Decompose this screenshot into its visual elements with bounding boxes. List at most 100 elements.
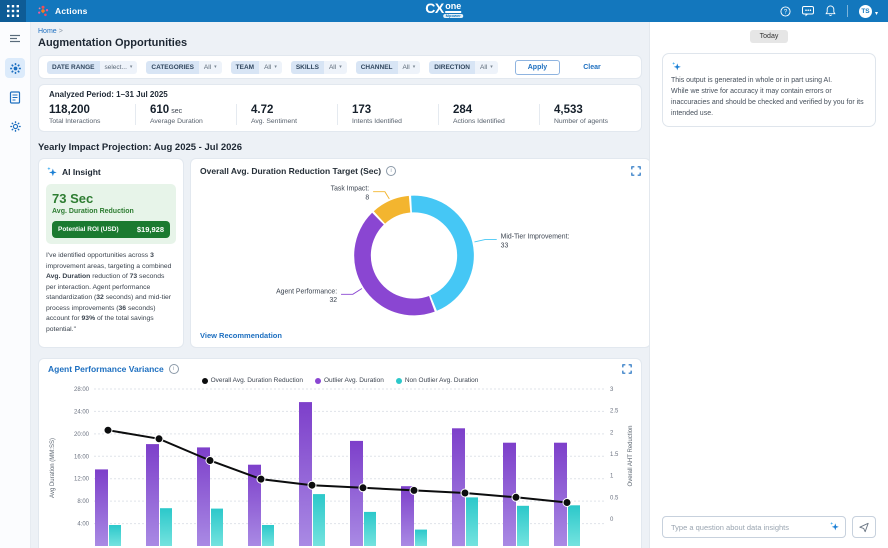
breadcrumb-home-link[interactable]: Home (38, 28, 57, 35)
donut-slice-mid-tier-improvement[interactable] (411, 196, 474, 311)
line-point-10[interactable] (563, 499, 571, 507)
right-axis-tick: 3 (610, 387, 614, 393)
analyzed-period-card: Analyzed Period: 1–31 Jul 2025 118,200To… (38, 84, 642, 132)
automation-gear-icon[interactable] (5, 58, 25, 78)
line-point-1[interactable] (104, 426, 112, 434)
bar-non-outlier-avg-duration-8[interactable] (466, 497, 478, 546)
filter-value-dropdown[interactable]: All (199, 61, 222, 74)
feedback-icon[interactable] (802, 6, 814, 17)
expand-icon[interactable] (622, 364, 632, 374)
send-button[interactable] (852, 516, 876, 538)
ai-insight-title: AI Insight (62, 167, 101, 177)
line-point-8[interactable] (461, 489, 469, 497)
donut-slice-agent-performance[interactable] (354, 213, 435, 316)
stat-label: Actions Identified (453, 118, 525, 125)
bar-non-outlier-avg-duration-1[interactable] (109, 525, 121, 546)
bar-non-outlier-avg-duration-3[interactable] (211, 509, 223, 546)
filter-value-dropdown[interactable]: All (259, 61, 282, 74)
line-point-6[interactable] (359, 484, 367, 492)
line-point-2[interactable] (155, 435, 163, 443)
line-overall-avg-duration-reduction (108, 430, 567, 502)
filter-categories[interactable]: CATEGORIESAll (146, 61, 221, 74)
filter-skills[interactable]: SKILLSAll (291, 61, 347, 74)
filter-channel[interactable]: CHANNELAll (356, 61, 421, 74)
notifications-bell-icon[interactable] (825, 5, 836, 17)
breadcrumb-separator: > (59, 28, 63, 35)
bar-outlier-avg-duration-8[interactable] (452, 428, 465, 546)
filter-date-range[interactable]: DATE RANGEselect... (47, 61, 137, 74)
bar-outlier-avg-duration-7[interactable] (401, 486, 414, 546)
grid-icon (7, 5, 19, 17)
duration-reduction-value: 73 Sec (52, 191, 170, 206)
stat-number-of-agents: 4,533Number of agents (554, 104, 640, 125)
user-menu[interactable]: TS (859, 2, 878, 20)
send-icon (859, 522, 869, 533)
filter-value-dropdown[interactable]: All (398, 61, 421, 74)
bar-non-outlier-avg-duration-9[interactable] (517, 506, 529, 546)
view-recommendation-link[interactable]: View Recommendation (200, 331, 641, 340)
stat-unit: sec (171, 108, 182, 115)
left-axis-tick: 28:00 (74, 387, 90, 393)
right-axis-tick: 0.5 (610, 495, 619, 501)
actions-burst-icon (36, 4, 50, 18)
app-launcher-icon[interactable] (0, 0, 26, 22)
line-point-7[interactable] (410, 486, 418, 494)
today-badge: Today (750, 30, 789, 43)
filter-team[interactable]: TEAMAll (231, 61, 282, 74)
bar-non-outlier-avg-duration-4[interactable] (262, 525, 274, 546)
actions-app-logo: Actions (36, 4, 88, 18)
line-point-9[interactable] (512, 493, 520, 501)
left-axis-tick: 12:00 (74, 477, 90, 483)
line-point-3[interactable] (206, 457, 214, 465)
bar-non-outlier-avg-duration-10[interactable] (568, 505, 580, 546)
stat-value: 284 (453, 104, 525, 116)
breadcrumb: Home> (38, 28, 642, 35)
bar-non-outlier-avg-duration-6[interactable] (364, 512, 376, 546)
settings-gear-icon[interactable] (5, 116, 25, 136)
bar-outlier-avg-duration-2[interactable] (146, 444, 159, 546)
roi-pill: Potential ROI (USD) $19,928 (52, 221, 170, 238)
line-point-4[interactable] (257, 475, 265, 483)
info-icon[interactable] (386, 166, 396, 176)
filter-direction[interactable]: DIRECTIONAll (429, 61, 498, 74)
legend-dot (396, 378, 402, 384)
bar-outlier-avg-duration-5[interactable] (299, 402, 312, 546)
bar-non-outlier-avg-duration-2[interactable] (160, 508, 172, 546)
filter-value-dropdown[interactable]: All (324, 61, 347, 74)
bar-outlier-avg-duration-10[interactable] (554, 443, 567, 546)
help-icon[interactable]: ? (780, 6, 791, 17)
filter-value-dropdown[interactable]: All (475, 61, 498, 74)
right-axis-tick: 0 (610, 517, 614, 523)
ai-sparkle-icon (46, 166, 58, 178)
left-axis-tick: 16:00 (74, 454, 90, 460)
stat-label: Avg. Sentiment (251, 118, 323, 125)
stat-value: 118,200 (49, 104, 121, 116)
clear-link[interactable]: Clear (583, 64, 601, 71)
stat-value: 4.72 (251, 104, 323, 116)
filter-value-dropdown[interactable]: select... (100, 61, 138, 74)
chevron-down-icon (875, 2, 878, 20)
chat-question-input[interactable] (662, 516, 846, 538)
report-icon[interactable] (5, 87, 25, 107)
filter-bar: DATE RANGEselect...CATEGORIESAllTEAMAllS… (38, 55, 642, 79)
left-axis-label: Avg Duration (MM:SS) (50, 438, 56, 498)
right-axis-label: Overall AHT Reduction (628, 426, 634, 487)
legend-label: Outlier Avg. Duration (324, 377, 384, 384)
variance-card-title: Agent Performance Variance (48, 364, 164, 374)
ai-disclaimer-card: This output is generated in whole or in … (662, 53, 876, 127)
bar-non-outlier-avg-duration-5[interactable] (313, 494, 325, 546)
bar-non-outlier-avg-duration-7[interactable] (415, 530, 427, 546)
menu-list-icon[interactable] (5, 29, 25, 49)
bar-outlier-avg-duration-6[interactable] (350, 441, 363, 546)
donut-chart: Mid-Tier Improvement:33Agent Performance… (200, 176, 641, 331)
donut-slice-task-impact[interactable] (374, 196, 410, 224)
filter-chips: DATE RANGEselect...CATEGORIESAllTEAMAllS… (47, 61, 498, 74)
stat-label: Average Duration (150, 118, 222, 125)
ai-insight-card: AI Insight 73 Sec Avg. Duration Reductio… (38, 158, 184, 348)
line-point-5[interactable] (308, 481, 316, 489)
info-icon[interactable] (169, 364, 179, 374)
filter-label: TEAM (231, 61, 259, 74)
expand-icon[interactable] (631, 166, 641, 176)
bar-outlier-avg-duration-1[interactable] (95, 469, 108, 546)
apply-button[interactable]: Apply (515, 60, 560, 75)
